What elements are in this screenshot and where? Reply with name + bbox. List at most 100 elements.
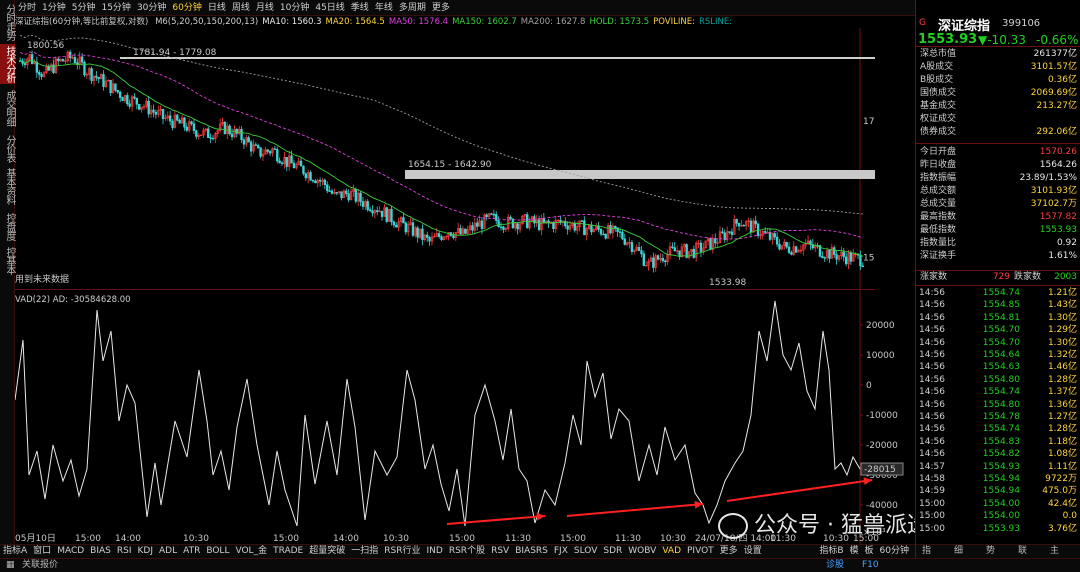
- period-tab[interactable]: 30分钟: [134, 0, 169, 15]
- quote-tab[interactable]: 细: [954, 545, 963, 558]
- period-tab[interactable]: 年线: [372, 0, 396, 15]
- up-count: 729: [992, 272, 1010, 282]
- indicator-tab[interactable]: ADL: [156, 545, 180, 558]
- tick-time: 14:56: [919, 436, 945, 447]
- last-price: 1553.93: [918, 32, 978, 47]
- indicator-tab[interactable]: WOBV: [625, 545, 659, 558]
- tab-basic[interactable]: 控基本: [0, 244, 15, 276]
- future-data-note: 用到未来数据: [15, 273, 69, 285]
- x-axis-label: 15:00: [75, 534, 101, 544]
- indicator-tab[interactable]: KDJ: [135, 545, 157, 558]
- tab-control[interactable]: 控盘度: [0, 210, 15, 242]
- quote-tab[interactable]: 指: [922, 545, 931, 558]
- indicator-tab[interactable]: 窗口: [30, 545, 54, 558]
- period-tab[interactable]: 45日线: [312, 0, 347, 15]
- indicator-tab[interactable]: BOLL: [203, 545, 232, 558]
- candle-body: [573, 222, 576, 231]
- indicator-tab[interactable]: ATR: [180, 545, 203, 558]
- candle-body: [311, 179, 315, 182]
- indicator-tab[interactable]: 更多: [717, 545, 741, 558]
- tab-intraday[interactable]: 分时走势: [0, 2, 15, 42]
- indicator-tab[interactable]: TRADE: [270, 545, 306, 558]
- tab-price-table[interactable]: 分价表: [0, 132, 15, 164]
- indicator-tab[interactable]: RSR行业: [381, 545, 423, 558]
- candle-body: [490, 213, 493, 215]
- indicator-b-tab[interactable]: 指标B: [816, 545, 846, 558]
- indicator-tab[interactable]: 指标A: [0, 545, 30, 558]
- tick-price: 1554.83: [982, 436, 1020, 447]
- tab-trade-details[interactable]: 成交明细: [0, 88, 15, 128]
- indicator-tab[interactable]: SDR: [600, 545, 625, 558]
- index-stats: 今日开盘 1570.26 昨日收盘 1564.26 指数振幅 23.89/1.53% 总成交…: [916, 146, 1080, 266]
- candlestick-chart[interactable]: 1800.56 1781.94 - 1779.08 1654.15 - 1642.9…: [15, 28, 875, 290]
- period-tab[interactable]: 周线: [229, 0, 253, 15]
- quote-tab[interactable]: 势: [986, 545, 995, 558]
- tick-amount: 1.21亿: [1047, 288, 1077, 298]
- stat-row: B股成交 0.36亿: [916, 74, 1080, 87]
- indicator-tab[interactable]: SLOV: [571, 545, 601, 558]
- trend-arrow-2-head: [694, 500, 703, 509]
- tick-time: 14:56: [919, 424, 945, 435]
- indicator-tab[interactable]: RSR个股: [446, 545, 488, 558]
- period-tab-active[interactable]: 60分钟: [169, 0, 204, 15]
- stat-value: 213.27亿: [1036, 101, 1078, 111]
- period-tab[interactable]: 季线: [348, 0, 372, 15]
- tick-amount: 1.11亿: [1047, 461, 1077, 472]
- period-tab[interactable]: 多周期: [396, 0, 429, 15]
- tab-fundamentals[interactable]: 基本资料: [0, 166, 15, 206]
- tick-price: 1554.00: [982, 498, 1020, 509]
- period-tab[interactable]: 1分钟: [39, 0, 69, 15]
- stat-value: 1.61%: [1048, 251, 1077, 261]
- tick-amount: 1.28亿: [1047, 424, 1077, 435]
- indicator-b-tab[interactable]: 板: [862, 545, 877, 558]
- indicator-tab[interactable]: VAD: [659, 545, 684, 558]
- candle-body: [47, 65, 50, 71]
- indicator-tab[interactable]: 设置: [741, 545, 765, 558]
- x-axis-label: 15:00: [449, 534, 475, 544]
- period-tab[interactable]: 10分钟: [277, 0, 312, 15]
- divider: [916, 46, 1080, 47]
- ma-legend-item: MA200: 1627.8: [520, 17, 586, 27]
- x-axis-label: 05月10日: [15, 533, 56, 544]
- tick-amount: 1.32亿: [1047, 350, 1077, 360]
- tab-technical-analysis[interactable]: 技术分析: [0, 44, 15, 84]
- vad-indicator-chart[interactable]: 20000100000-10000-20000-30000-40000-2801…: [15, 290, 915, 544]
- candle-body: [823, 257, 826, 259]
- indicator-tab[interactable]: RSI: [114, 545, 135, 558]
- candle-body: [268, 151, 272, 154]
- tick-time: 14:56: [919, 412, 945, 422]
- indicator-tab[interactable]: VOL_金: [232, 545, 270, 558]
- indicator-tab[interactable]: 超量突破: [306, 545, 348, 558]
- tick-price: 1554.93: [982, 461, 1020, 472]
- period-tab[interactable]: 分时: [15, 0, 39, 15]
- tick-list[interactable]: 14:56 1554.74 1.21亿 14:56 1554.85 1.43亿 14:56 1…: [916, 287, 1080, 537]
- candle-body: [385, 207, 388, 222]
- diagnose-link[interactable]: 诊股: [826, 559, 844, 572]
- period-tab[interactable]: 日线: [205, 0, 229, 15]
- indicator-tab[interactable]: BIAS: [87, 545, 114, 558]
- indicator-tab[interactable]: BIASRS: [512, 545, 551, 558]
- indicator-tab[interactable]: PIVOT: [684, 545, 717, 558]
- candle-body: [656, 255, 660, 260]
- indicator-tab[interactable]: 一扫指: [348, 545, 381, 558]
- candle-body: [309, 172, 312, 181]
- candle-body: [794, 246, 798, 253]
- related-quotes[interactable]: 关联报价: [22, 559, 58, 572]
- indicator-tab[interactable]: IND: [424, 545, 446, 558]
- indicator-tab[interactable]: MACD: [54, 545, 87, 558]
- period-tab-more[interactable]: 更多: [429, 0, 453, 15]
- tick-row: 14:56 1554.74 1.28亿: [916, 423, 1080, 435]
- stat-row: A股成交 3101.57亿: [916, 61, 1080, 74]
- candle-body: [95, 75, 98, 78]
- indicator-b-tab[interactable]: 模: [847, 545, 862, 558]
- f10-link[interactable]: F10: [862, 559, 879, 572]
- tick-price: 1554.70: [982, 337, 1020, 348]
- period-tab[interactable]: 月线: [253, 0, 277, 15]
- quote-tab[interactable]: 联: [1018, 545, 1027, 558]
- indicator-b-tab[interactable]: 60分钟: [877, 545, 912, 558]
- indicator-tab[interactable]: FJX: [551, 545, 571, 558]
- quote-tab[interactable]: 主: [1050, 545, 1059, 558]
- indicator-tab[interactable]: RSV: [488, 545, 512, 558]
- period-tab[interactable]: 5分钟: [69, 0, 99, 15]
- period-tab[interactable]: 15分钟: [98, 0, 133, 15]
